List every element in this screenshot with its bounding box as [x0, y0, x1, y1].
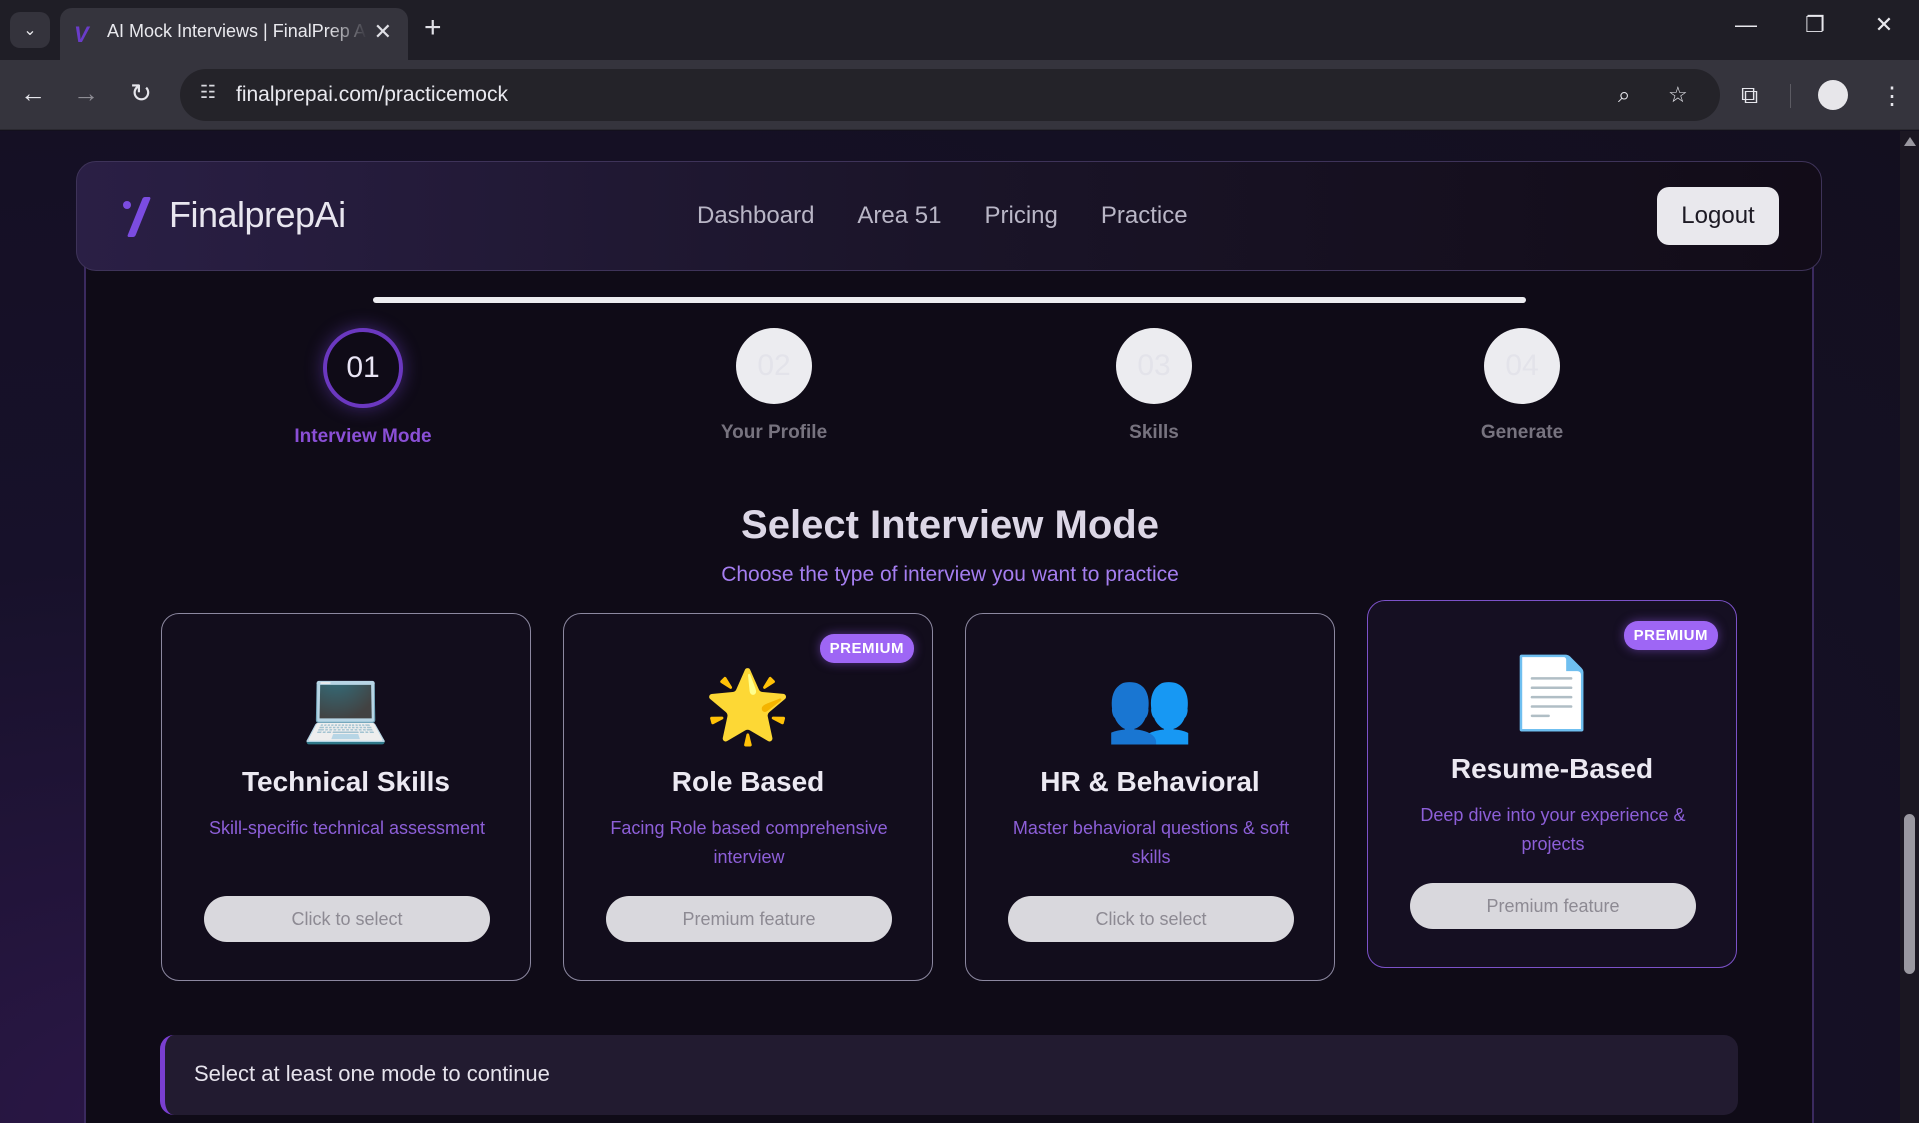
premium-feature-button[interactable]: Premium feature	[1410, 883, 1696, 929]
address-bar[interactable]: ☷ finalprepai.com/practicemock ⌕ ☆	[180, 69, 1720, 121]
new-tab-button[interactable]: +	[424, 12, 442, 44]
brand-name: FinalprepAi	[169, 194, 346, 235]
step-number: 03	[1116, 328, 1192, 404]
menu-dots-icon[interactable]: ⋮	[1880, 82, 1904, 111]
brand-logo[interactable]: FinalprepAi	[121, 194, 346, 237]
minimize-button[interactable]: —	[1723, 12, 1769, 38]
brand-mark-icon	[121, 195, 161, 237]
step-label: Generate	[1480, 422, 1564, 443]
select-button[interactable]: Click to select	[1008, 896, 1294, 942]
people-icon: 👥	[1106, 667, 1194, 745]
browser-tab[interactable]: V AI Mock Interviews | FinalPrep AI ✕	[60, 8, 408, 60]
step-progress-line	[373, 297, 1526, 303]
section-subtitle: Choose the type of interview you want to…	[721, 563, 1179, 586]
section-title: Select Interview Mode	[741, 503, 1159, 547]
browser-toolbar: ← → ↻ ☷ finalprepai.com/practicemock ⌕ ☆…	[0, 60, 1919, 130]
step-number: 04	[1484, 328, 1560, 404]
step-label: Skills	[1129, 422, 1179, 443]
mode-card-technical-skills[interactable]: 💻 Technical Skills Skill-specific techni…	[161, 613, 531, 981]
step-label: Interview Mode	[294, 426, 432, 447]
tab-title: AI Mock Interviews | FinalPrep AI	[107, 21, 367, 41]
bookmark-star-icon[interactable]: ☆	[1668, 82, 1688, 108]
site-favicon-icon: V	[74, 22, 89, 47]
card-title: Role Based	[671, 766, 825, 797]
card-description: Deep dive into your experience & project…	[1420, 805, 1686, 854]
nav-links: Dashboard Area 51 Pricing Practice	[697, 202, 1188, 230]
nav-link-pricing[interactable]: Pricing	[984, 202, 1057, 230]
scroll-up-icon[interactable]	[1904, 137, 1916, 146]
nav-link-dashboard[interactable]: Dashboard	[697, 202, 814, 230]
step-number: 02	[736, 328, 812, 404]
card-title: Technical Skills	[241, 766, 451, 797]
notice-text: Select at least one mode to continue	[194, 1061, 550, 1086]
document-icon: 📄	[1508, 654, 1596, 732]
site-settings-icon[interactable]: ☷	[194, 82, 222, 108]
validation-notice: Select at least one mode to continue	[160, 1035, 1738, 1115]
forward-icon[interactable]: →	[68, 78, 104, 109]
reload-icon[interactable]: ↻	[123, 78, 159, 109]
step-your-profile[interactable]: 02 Your Profile	[674, 328, 874, 444]
restore-button[interactable]: ❐	[1792, 12, 1838, 38]
premium-badge: PREMIUM	[819, 634, 914, 663]
page-scrollbar[interactable]	[1900, 131, 1919, 1123]
nav-link-area-51[interactable]: Area 51	[857, 202, 941, 230]
extensions-icon[interactable]: ⧉	[1741, 82, 1758, 110]
star-icon: 🌟	[704, 667, 792, 745]
site-navbar: FinalprepAi Dashboard Area 51 Pricing Pr…	[76, 161, 1822, 271]
step-generate[interactable]: 04 Generate	[1422, 328, 1622, 444]
mode-card-role-based[interactable]: PREMIUM 🌟 Role Based Facing Role based c…	[563, 613, 933, 981]
step-number: 01	[323, 328, 403, 408]
page-viewport: FinalprepAi Dashboard Area 51 Pricing Pr…	[0, 131, 1900, 1123]
card-title: Resume-Based	[1450, 753, 1654, 784]
close-tab-icon[interactable]: ✕	[374, 19, 392, 45]
step-interview-mode[interactable]: 01 Interview Mode	[263, 328, 463, 448]
premium-badge: PREMIUM	[1623, 621, 1718, 650]
premium-feature-button[interactable]: Premium feature	[606, 896, 892, 942]
scroll-thumb[interactable]	[1904, 814, 1915, 974]
card-description: Skill-specific technical assessment	[208, 818, 486, 838]
toolbar-separator	[1790, 84, 1791, 108]
tab-search-button[interactable]: ⌄	[10, 12, 50, 48]
profile-avatar[interactable]	[1818, 80, 1848, 110]
step-skills[interactable]: 03 Skills	[1054, 328, 1254, 444]
select-button[interactable]: Click to select	[204, 896, 490, 942]
card-description: Master behavioral questions & soft skill…	[1012, 818, 1290, 867]
laptop-icon: 💻	[302, 667, 390, 745]
back-icon[interactable]: ←	[15, 78, 51, 109]
nav-link-practice[interactable]: Practice	[1101, 202, 1188, 230]
mode-card-resume-based[interactable]: PREMIUM 📄 Resume-Based Deep dive into yo…	[1367, 600, 1737, 968]
zoom-icon[interactable]: ⌕	[1618, 82, 1630, 108]
step-label: Your Profile	[720, 422, 828, 443]
card-description: Facing Role based comprehensive intervie…	[610, 818, 888, 867]
browser-tab-bar: ⌄ V AI Mock Interviews | FinalPrep AI ✕ …	[0, 0, 1919, 60]
card-title: HR & Behavioral	[1040, 766, 1260, 797]
close-window-button[interactable]: ✕	[1861, 12, 1907, 38]
url-text[interactable]: finalprepai.com/practicemock	[236, 83, 508, 107]
logout-button[interactable]: Logout	[1657, 187, 1779, 245]
mode-card-hr-behavioral[interactable]: 👥 HR & Behavioral Master behavioral ques…	[965, 613, 1335, 981]
